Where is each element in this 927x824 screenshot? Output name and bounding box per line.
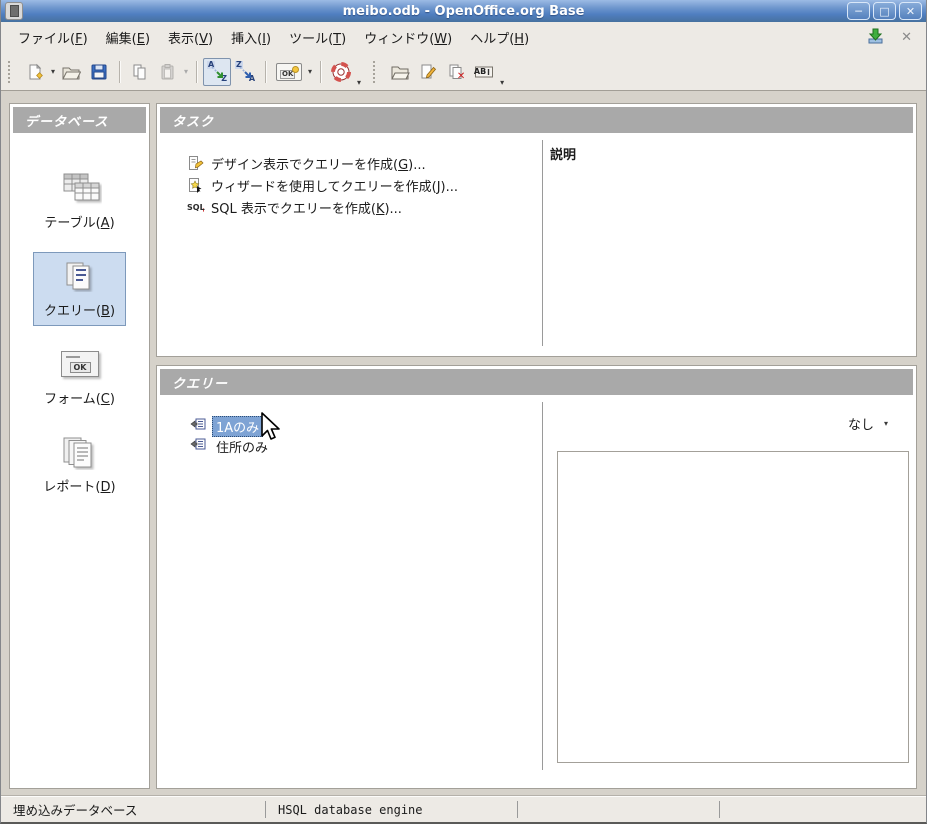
tasks-header: タスク [160,107,913,133]
sql-view-icon: SQL [187,202,205,212]
menu-edit[interactable]: 編集(E) [97,24,159,51]
toolbar-separator [119,60,121,83]
queries-header: クエリー [160,369,913,395]
menubar: ファイル(F) 編集(E) 表示(V) 挿入(I) ツール(T) ウィンドウ(W… [1,22,926,53]
form-ok-dropdown[interactable]: ▾ [306,67,314,76]
toolbar-separator [265,60,267,83]
base-window: meibo.odb - OpenOffice.org Base ─ □ ✕ ファ… [0,0,927,824]
task-label: デザイン表示でクエリーを作成(G)... [211,157,426,173]
query-icon [190,418,206,434]
document-update-icon[interactable] [866,28,885,48]
toolbar-overflow-dropdown[interactable]: ▾ [498,78,506,87]
delete-object-button[interactable]: ✕ [442,58,470,86]
sidebar-item-forms[interactable]: OK フォーム(C) [33,340,126,414]
delete-x-glyph: ✕ [456,71,466,82]
menu-help[interactable]: ヘルプ(H) [461,24,538,51]
copy-button[interactable] [126,58,154,86]
sidebar-header: データベース [13,107,146,133]
task-label: SQL 表示でクエリーを作成(K)... [211,201,402,217]
query-wizard-icon [187,177,204,194]
sort-descending-button[interactable]: Z A [231,58,259,86]
task-create-query-sql[interactable]: SQL SQL 表示でクエリーを作成(K)... [187,196,916,218]
queries-icon [59,259,99,293]
query-design-icon [187,155,204,172]
maximize-button[interactable]: □ [873,2,896,20]
paste-button[interactable] [154,58,182,86]
toolbar-grip[interactable] [373,60,380,83]
task-create-query-wizard[interactable]: ウィザードを使用してクエリーを作成(J)... [187,174,916,196]
window-title: meibo.odb - OpenOffice.org Base [342,3,585,19]
sidebar-item-label: クエリー(B) [43,304,116,319]
menu-insert[interactable]: 挿入(I) [222,24,280,51]
database-sidebar: データベース テーブル(A) クエリー(B) OK フォーム(C) レポート(D… [9,103,150,789]
form-ok-button[interactable]: OK [272,58,306,86]
description-header: 説明 [550,148,577,163]
statusbar-database-type: 埋め込みデータベース [1,801,266,818]
toolbar: ▾ ▾ A Z Z A OK ▾ ▾ ✕ AB ▾ [1,53,926,91]
minimize-button[interactable]: ─ [847,2,870,20]
edit-object-button[interactable] [414,58,442,86]
menu-tools[interactable]: ツール(T) [280,24,355,51]
tables-icon [58,171,102,205]
sidebar-item-queries[interactable]: クエリー(B) [32,252,127,326]
menu-window[interactable]: ウィンドウ(W) [355,24,461,51]
tasks-description-divider [542,140,543,346]
query-item-1a[interactable]: 1Aのみ [190,415,264,437]
close-button[interactable]: ✕ [899,2,922,20]
statusbar-cell [720,801,926,818]
query-icon [190,438,206,454]
statusbar-engine: HSQL database engine [266,801,518,818]
document-close-icon[interactable]: ✕ [901,30,912,45]
paste-dropdown[interactable]: ▾ [182,67,190,76]
toolbar-grip[interactable] [8,60,15,83]
sidebar-item-label: テーブル(A) [44,216,115,231]
menu-view[interactable]: 表示(V) [159,24,222,51]
toolbar-separator [320,60,322,83]
lifebuoy-icon [331,61,352,82]
queries-preview-divider [542,402,543,770]
query-item-label: 1Aのみ [212,415,264,437]
menu-file[interactable]: ファイル(F) [9,24,97,51]
preview-mode-value: なし [847,418,874,433]
rename-label: AB [473,67,487,76]
sidebar-item-label: レポート(D) [43,480,116,495]
forms-icon: OK [60,347,99,381]
open-database-object-button[interactable] [386,58,414,86]
open-button[interactable] [57,58,85,86]
new-document-dropdown[interactable]: ▾ [49,67,57,76]
titlebar[interactable]: meibo.odb - OpenOffice.org Base ─ □ ✕ [1,0,926,22]
preview-area [557,451,909,763]
sidebar-item-tables[interactable]: テーブル(A) [33,164,125,238]
statusbar: 埋め込みデータベース HSQL database engine [1,796,926,822]
statusbar-cell [518,801,720,818]
sidebar-item-reports[interactable]: レポート(D) [32,428,126,502]
help-button[interactable] [327,58,355,86]
new-document-button[interactable] [21,58,49,86]
bulb-icon [292,65,300,73]
sidebar-item-label: フォーム(C) [44,392,115,407]
chevron-down-icon: ▾ [883,419,888,428]
rename-object-button[interactable]: AB [470,58,498,86]
toolbar-separator [196,60,198,83]
tasks-panel: タスク デザイン表示でクエリーを作成(G)... ウィザードを使用してクエリーを… [156,103,917,357]
preview-mode-select[interactable]: なし ▾ [848,414,890,433]
toolbar-overflow-dropdown[interactable]: ▾ [355,78,363,87]
mouse-cursor [258,412,282,446]
task-label: ウィザードを使用してクエリーを作成(J)... [211,179,458,195]
reports-icon [58,435,100,469]
save-button[interactable] [85,58,113,86]
sort-ascending-button[interactable]: A Z [203,57,232,86]
